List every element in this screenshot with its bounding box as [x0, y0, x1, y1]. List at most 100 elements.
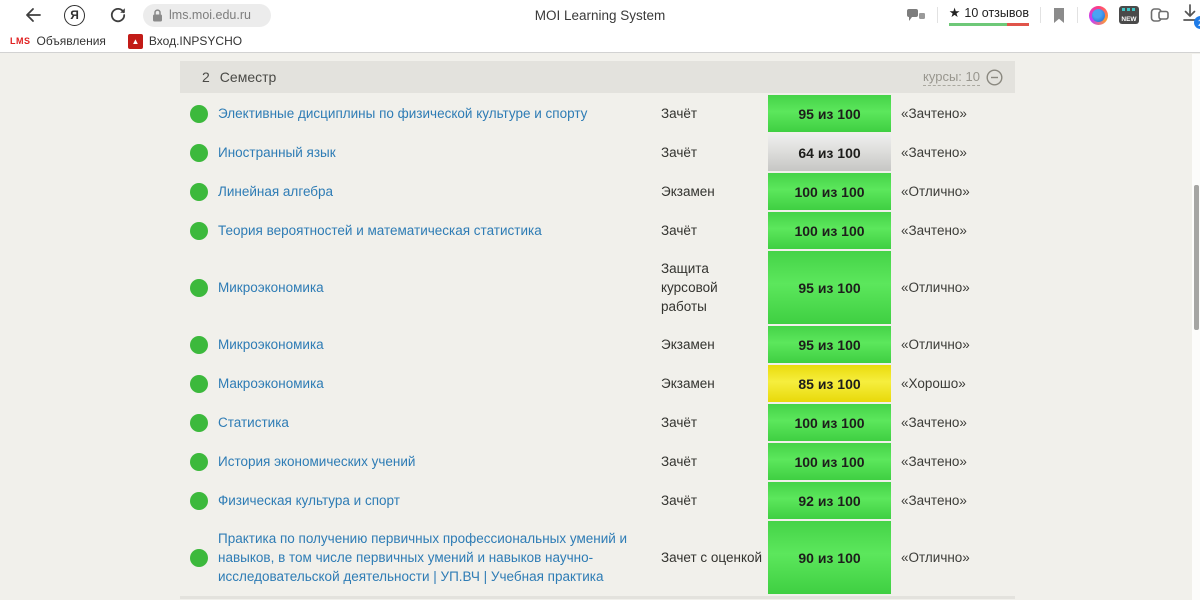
course-name-cell: Статистика [218, 404, 661, 441]
bookmarks-bar: LMS Объявления ▲ Вход.INPSYCHO [0, 30, 1200, 52]
status-dot-icon [190, 182, 208, 201]
exam-type-cell: Экзамен [661, 376, 715, 391]
status-cell [180, 173, 218, 210]
table-row: Микроэкономика Защита курсовой работы 95… [180, 251, 1015, 324]
grades-table: 2 Семестр курсы: 10 Элективные дисциплин… [180, 61, 1015, 599]
grade-cell: «Зачтено» [901, 493, 967, 508]
star-icon: ★ [948, 5, 961, 20]
status-dot-icon [190, 548, 208, 567]
semester-number: 2 [202, 69, 210, 85]
course-link[interactable]: Микроэкономика [218, 278, 324, 297]
feedback-flags-icon[interactable] [906, 7, 926, 23]
inpsycho-favicon: ▲ [127, 33, 143, 49]
table-row: Линейная алгебра Экзамен 100 из 100 «Отл… [180, 173, 1015, 210]
status-cell [180, 95, 218, 132]
course-name-cell: Макроэкономика [218, 365, 661, 402]
grade-cell: «Зачтено» [901, 415, 967, 430]
grade-cell: «Отлично» [901, 550, 970, 565]
status-dot-icon [190, 452, 208, 471]
download-count-badge: 2 [1194, 16, 1200, 29]
score-badge: 95 из 100 [768, 95, 891, 132]
extension-circle-icon[interactable] [1089, 5, 1108, 25]
course-name-cell: Микроэкономика [218, 251, 661, 324]
course-name-cell: Элективные дисциплины по физической куль… [218, 95, 661, 132]
url-text: lms.moi.edu.ru [169, 8, 251, 22]
table-row: Иностранный язык Зачёт 64 из 100 «Зачтен… [180, 134, 1015, 171]
refresh-icon[interactable] [105, 6, 131, 24]
course-link[interactable]: Микроэкономика [218, 335, 324, 354]
collapse-icon[interactable] [986, 68, 1003, 86]
exam-type-cell: Зачёт [661, 223, 698, 238]
status-dot-icon [190, 104, 208, 123]
status-cell [180, 365, 218, 402]
new-icon-label: NEW [1121, 16, 1137, 23]
status-dot-icon [190, 413, 208, 432]
grade-cell: «Отлично» [901, 184, 970, 199]
exam-type-cell: Зачёт [661, 145, 698, 160]
status-dot-icon [190, 491, 208, 510]
status-cell [180, 443, 218, 480]
downloads-icon[interactable]: 2 [1181, 3, 1200, 29]
exam-type-cell: Защита курсовой работы [661, 261, 718, 314]
course-link[interactable]: Иностранный язык [218, 143, 336, 162]
course-name-cell: Физическая культура и спорт [218, 482, 661, 519]
score-badge: 90 из 100 [768, 521, 891, 594]
exam-type-cell: Экзамен [661, 184, 715, 199]
status-cell [180, 212, 218, 249]
course-link[interactable]: Статистика [218, 413, 289, 432]
status-cell [180, 482, 218, 519]
score-badge: 95 из 100 [768, 326, 891, 363]
exam-type-cell: Зачёт [661, 454, 698, 469]
lock-icon [152, 8, 163, 22]
bookmark-icon[interactable] [1052, 7, 1066, 24]
course-link[interactable]: История экономических учений [218, 452, 415, 471]
score-badge: 92 из 100 [768, 482, 891, 519]
score-badge: 85 из 100 [768, 365, 891, 402]
bookmark-item-inpsycho[interactable]: ▲ Вход.INPSYCHO [127, 33, 242, 49]
course-link[interactable]: Теория вероятностей и математическая ста… [218, 221, 542, 240]
toolbar-right-cluster: ★ 10 отзывов NEW 2 [905, 0, 1200, 30]
toolbar-separator [1077, 7, 1078, 23]
table-row: Статистика Зачёт 100 из 100 «Зачтено» [180, 404, 1015, 441]
extension-new-icon[interactable]: NEW [1119, 6, 1139, 24]
table-row: Элективные дисциплины по физической куль… [180, 95, 1015, 132]
grade-cell: «Зачтено» [901, 145, 967, 160]
course-link[interactable]: Практика по получению первичных професси… [218, 529, 641, 586]
courses-count-link[interactable]: курсы: 10 [923, 69, 980, 86]
bookmark-item-announcements[interactable]: LMS Объявления [10, 34, 106, 48]
scrollbar-track[interactable] [1192, 54, 1200, 600]
course-name-cell: Практика по получению первичных професси… [218, 521, 661, 594]
table-row: История экономических учений Зачёт 100 и… [180, 443, 1015, 480]
grade-cell: «Хорошо» [901, 376, 966, 391]
table-row: Микроэкономика Экзамен 95 из 100 «Отличн… [180, 326, 1015, 363]
table-row: Теория вероятностей и математическая ста… [180, 212, 1015, 249]
rating-bar [948, 23, 1029, 26]
lms-favicon: LMS [10, 36, 31, 46]
score-badge: 100 из 100 [768, 404, 891, 441]
course-link[interactable]: Физическая культура и спорт [218, 491, 400, 510]
score-badge: 95 из 100 [768, 251, 891, 324]
semester-2-header: 2 Семестр курсы: 10 [180, 61, 1015, 93]
score-badge: 64 из 100 [768, 134, 891, 171]
toolbar-separator [1040, 7, 1041, 23]
table-row: Макроэкономика Экзамен 85 из 100 «Хорошо… [180, 365, 1015, 402]
grade-cell: «Отлично» [901, 280, 970, 295]
grade-cell: «Зачтено» [901, 106, 967, 121]
grade-cell: «Зачтено» [901, 223, 967, 238]
browser-chrome: Я lms.moi.edu.ru MOI Learning System ★ 1… [0, 0, 1200, 53]
course-name-cell: Линейная алгебра [218, 173, 661, 210]
address-bar[interactable]: lms.moi.edu.ru [143, 3, 271, 27]
course-link[interactable]: Линейная алгебра [218, 182, 333, 201]
site-rating[interactable]: ★ 10 отзывов [948, 5, 1029, 26]
course-link[interactable]: Макроэкономика [218, 374, 324, 393]
course-link[interactable]: Элективные дисциплины по физической куль… [218, 104, 587, 123]
exam-type-cell: Зачёт [661, 493, 698, 508]
grade-cell: «Зачтено» [901, 454, 967, 469]
status-dot-icon [190, 221, 208, 240]
collections-icon[interactable] [1150, 6, 1170, 24]
yandex-icon[interactable]: Я [64, 4, 85, 26]
scrollbar-thumb[interactable] [1194, 185, 1199, 330]
back-icon[interactable] [16, 6, 50, 24]
table-row: Практика по получению первичных професси… [180, 521, 1015, 594]
status-dot-icon [190, 278, 208, 297]
